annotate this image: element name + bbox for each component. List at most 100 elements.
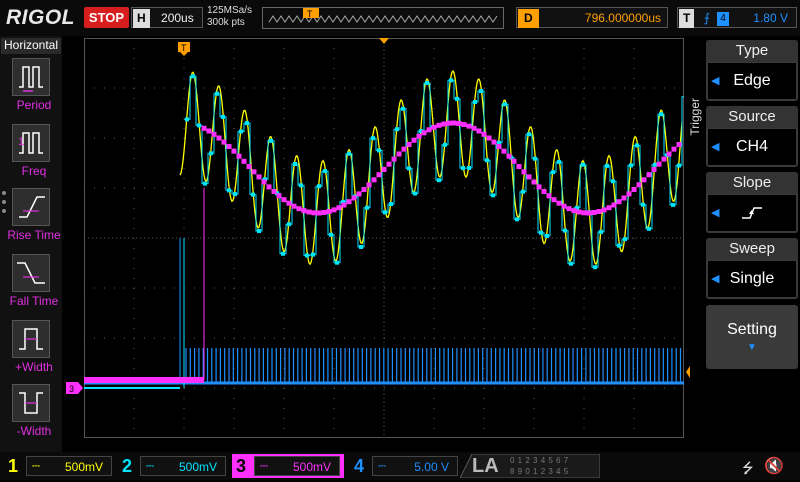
memory-trigger-letter: T (307, 9, 313, 19)
ch2-sample (311, 252, 315, 257)
speaker-mute-icon[interactable]: 🔇 (764, 456, 784, 476)
ch3-sample (511, 158, 517, 164)
ch3-sample (271, 189, 277, 194)
ch3-sample (601, 207, 607, 213)
ch3-sample (266, 184, 272, 190)
ch2-status[interactable]: 2 ⎓ 500mV (118, 454, 228, 478)
ch3-sample (256, 174, 262, 180)
ch2-sample (677, 163, 681, 168)
channel-status-bar: 1 ⎓ 500mV 2 ⎓ 500mV 3 ⎓ 500mV 4 ⎓ 5.00 V LA … (0, 452, 800, 480)
ch2-sample (455, 96, 459, 101)
trigger-position-marker[interactable]: T (178, 42, 192, 56)
ch3-sample (586, 210, 592, 216)
ch3-sample (221, 139, 227, 145)
ch2-sample (305, 253, 309, 258)
select-arrow-icon: ◀ (711, 207, 720, 219)
measure-rise-time-button[interactable]: Rise Time (6, 188, 62, 242)
ch3-sample (481, 131, 487, 137)
la-bits-row2: 8 9 0 1 2 3 4 5 (510, 467, 569, 476)
rigol-logo: RIGOL (6, 6, 75, 29)
ch2-sample (383, 210, 387, 215)
ch3-offset-marker[interactable]: 3 (66, 382, 84, 394)
ch2-sample (335, 260, 339, 265)
ch3-sample (606, 205, 612, 211)
ch2-sample (533, 156, 537, 161)
measure-fall-time-button[interactable]: Fall Time (6, 254, 62, 308)
ch3-sample (576, 209, 582, 215)
svg-text:3: 3 (69, 384, 74, 394)
ch2-sample (203, 181, 207, 186)
delay-value: 796.000000us (584, 11, 661, 25)
ch2-sample (521, 189, 525, 194)
trigger-slope-softkey[interactable]: Slope ◀ (706, 172, 798, 233)
ch1-status[interactable]: 1 ⎓ 500mV (4, 454, 114, 478)
timebase-value: 200us (161, 11, 194, 25)
ch3-sample (406, 142, 412, 147)
ch4-status[interactable]: 4 ⎓ 5.00 V (350, 454, 460, 478)
trigger-setting-softkey[interactable]: Setting ▼ (706, 305, 798, 369)
waveform-display[interactable] (84, 38, 684, 438)
ch2-sample (239, 129, 243, 134)
ch3-sample (301, 208, 307, 214)
ch2-sample (593, 265, 597, 270)
ch3-status-active[interactable]: 3 ⎓ 500mV (232, 454, 344, 478)
logic-analyzer-status[interactable]: LA 0 1 2 3 4 5 6 7 8 9 0 1 2 3 4 5 (460, 454, 600, 478)
trigger-source-softkey[interactable]: Source ◀ CH4 (706, 106, 798, 167)
ch3-sample (411, 137, 417, 143)
ch3-sample (421, 130, 427, 136)
ch3-sample (571, 208, 577, 214)
fall-time-label: Fall Time (9, 294, 59, 308)
ch2-sample (215, 91, 219, 96)
trigger-type-softkey[interactable]: Type ◀ Edge (706, 40, 798, 101)
ch3-sample (276, 193, 282, 199)
ch2-sample (209, 151, 213, 156)
ch3-sample (236, 153, 242, 159)
pos-width-label: +Width (15, 360, 53, 374)
ch3-sample (676, 142, 682, 147)
slope-header: Slope (706, 172, 798, 194)
ch2-sample (371, 136, 375, 141)
trigger-sweep-softkey[interactable]: Sweep ◀ Single (706, 238, 798, 299)
ch3-sample (446, 120, 452, 126)
ch3-sample (231, 148, 237, 154)
ch2-sample (413, 191, 417, 196)
ch3-sample (516, 164, 522, 169)
ch2-sample (563, 228, 567, 233)
ch3-sample (261, 179, 267, 185)
la-bits-row1: 0 1 2 3 4 5 6 7 (510, 456, 569, 465)
ch3-sample (341, 202, 347, 208)
ch1-scale: 500mV (64, 460, 103, 474)
timebase-readout[interactable]: H 200us (131, 7, 203, 28)
ch2-sample (635, 143, 639, 148)
measure-period-button[interactable]: Period (6, 58, 62, 112)
ch3-sample (561, 203, 567, 209)
ch3-sample (246, 164, 252, 169)
ch3-sample (401, 146, 407, 152)
ch2-sample (653, 162, 657, 167)
ch3-sample (286, 200, 292, 206)
measure-neg-width-button[interactable]: -Width (6, 384, 62, 438)
measure-pos-width-button[interactable]: +Width (6, 320, 62, 374)
ch2-sample (443, 142, 447, 147)
ch2-scale: 500mV (178, 460, 217, 474)
delay-readout[interactable]: D 796.000000us (516, 7, 668, 28)
svg-text:T: T (181, 43, 187, 53)
ch2-sample (299, 183, 303, 188)
trigger-readout[interactable]: T ⨍ 4 1.80 V (677, 7, 797, 28)
ch2-sample (269, 138, 273, 143)
ch3-sample (491, 139, 497, 145)
measure-freq-button[interactable]: 1 Freq (6, 124, 62, 178)
ch2-sample (257, 229, 261, 233)
ch3-sample (336, 205, 342, 211)
ch3-sample (366, 182, 372, 188)
ch3-sample (356, 191, 362, 197)
run-stop-status[interactable]: STOP (84, 7, 129, 28)
sample-rate: 125MSa/s (207, 5, 253, 16)
ch2-sample (503, 102, 507, 107)
negative-width-icon (12, 384, 50, 422)
ch3-sample (501, 148, 507, 154)
ch3-sample (211, 131, 217, 137)
ch3-sample (631, 187, 637, 192)
horizontal-measure-panel: Horizontal Period 1 Freq Rise Time Fall … (0, 36, 62, 452)
ch2-sample (629, 163, 633, 168)
